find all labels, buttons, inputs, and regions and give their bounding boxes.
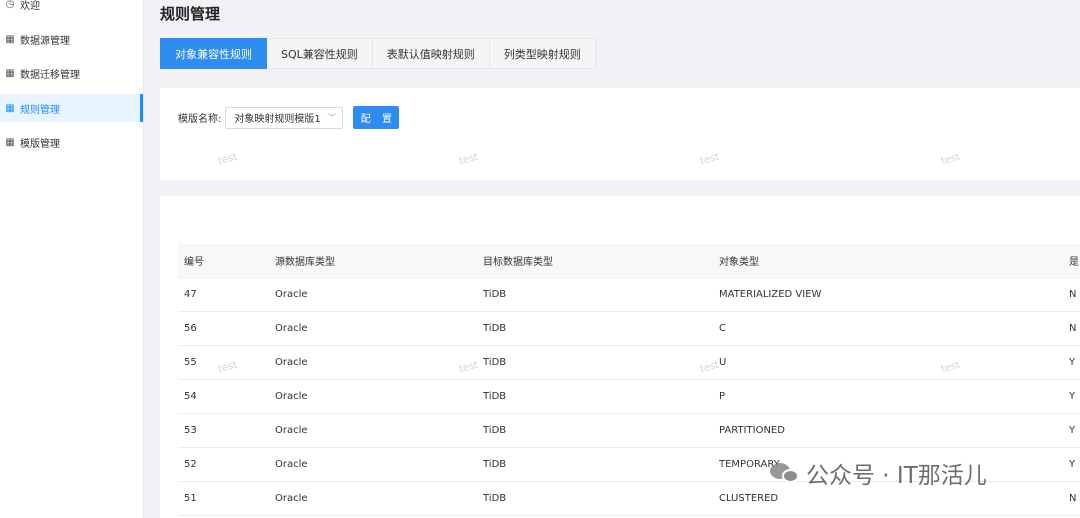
sidebar-item-datasource[interactable]: ▦ 数据源管理 (0, 25, 143, 53)
cell-id: 51 (184, 493, 197, 504)
sidebar-item-migration[interactable]: ▦ 数据迁移管理 (0, 59, 143, 87)
header-flag: 是 (1069, 257, 1079, 268)
cell-target-db: TiDB (483, 357, 507, 368)
cell-id: 55 (184, 357, 197, 368)
cell-id: 53 (184, 425, 197, 436)
cell-target-db: TiDB (483, 459, 507, 470)
sidebar-item-label: 规则管理 (20, 104, 60, 116)
cell-target-db: TiDB (483, 323, 507, 334)
cell-id: 54 (184, 391, 197, 402)
tab-column-type[interactable]: 列类型映射规则 (489, 38, 596, 69)
filter-panel: 模版名称: 对象映射规则模版1 ﹀ 配 置 (160, 88, 1080, 180)
cell-id: 56 (184, 323, 197, 334)
sidebar-item-label: 数据源管理 (20, 35, 70, 47)
cell-target-db: TiDB (483, 289, 507, 300)
chevron-down-icon: ﹀ (327, 114, 337, 124)
template-select-value: 对象映射规则模版1 (234, 114, 321, 125)
sidebar-item-label: 模版管理 (20, 138, 60, 150)
table-row[interactable]: 47 Oracle TiDB MATERIALIZED VIEW N (178, 278, 1080, 312)
grid-icon: ▦ (5, 67, 15, 79)
header-target-db: 目标数据库类型 (483, 257, 553, 268)
page-title: 规则管理 (160, 5, 221, 23)
cell-object-type: TEMPORARY (719, 459, 780, 470)
sidebar-item-rules[interactable]: ▦ 规则管理 (0, 94, 143, 122)
sidebar-item-label: 欢迎 (20, 0, 40, 12)
sidebar-item-label: 数据迁移管理 (20, 69, 80, 81)
table-row[interactable]: 51 Oracle TiDB CLUSTERED N (178, 482, 1080, 516)
tab-bar: 对象兼容性规则 SQL兼容性规则 表默认值映射规则 列类型映射规则 (160, 38, 596, 69)
clock-icon: ◷ (5, 0, 15, 10)
cell-flag: N (1069, 493, 1077, 504)
header-object-type: 对象类型 (719, 257, 759, 268)
cell-flag: N (1069, 289, 1077, 300)
cell-source-db: Oracle (275, 357, 308, 368)
cell-target-db: TiDB (483, 425, 507, 436)
cell-object-type: U (719, 357, 727, 368)
cell-object-type: MATERIALIZED VIEW (719, 289, 822, 300)
rules-table: 编号 源数据库类型 目标数据库类型 对象类型 是 47 Oracle TiDB MAT… (178, 244, 1080, 516)
cell-source-db: Oracle (275, 289, 308, 300)
table-row[interactable]: 55 Oracle TiDB U Y (178, 346, 1080, 380)
sidebar: ◷ 欢迎 ▦ 数据源管理 ▦ 数据迁移管理 ▦ 规则管理 ▦ 模版管理 (0, 0, 144, 518)
table-panel: 编号 源数据库类型 目标数据库类型 对象类型 是 47 Oracle TiDB MAT… (160, 196, 1080, 518)
sidebar-item-welcome[interactable]: ◷ 欢迎 (0, 0, 143, 18)
cell-target-db: TiDB (483, 493, 507, 504)
cell-source-db: Oracle (275, 391, 308, 402)
table-row[interactable]: 54 Oracle TiDB P Y (178, 380, 1080, 414)
grid-icon: ▦ (5, 102, 15, 114)
grid-icon: ▦ (5, 33, 15, 45)
tab-sql-compat[interactable]: SQL兼容性规则 (267, 38, 373, 69)
cell-object-type: CLUSTERED (719, 493, 779, 504)
cell-flag: Y (1069, 425, 1076, 436)
table-header: 编号 源数据库类型 目标数据库类型 对象类型 是 (178, 244, 1080, 278)
cell-source-db: Oracle (275, 323, 308, 334)
header-id: 编号 (184, 257, 204, 268)
cell-flag: N (1069, 323, 1077, 334)
template-label: 模版名称: (178, 114, 222, 125)
template-select[interactable]: 对象映射规则模版1 ﹀ (225, 106, 344, 129)
cell-target-db: TiDB (483, 391, 507, 402)
cell-id: 52 (184, 459, 197, 470)
config-button[interactable]: 配 置 (353, 106, 400, 129)
header-source-db: 源数据库类型 (275, 257, 335, 268)
sidebar-item-templates[interactable]: ▦ 模版管理 (0, 128, 143, 156)
cell-source-db: Oracle (275, 459, 308, 470)
table-row[interactable]: 56 Oracle TiDB C N (178, 312, 1080, 346)
cell-flag: Y (1069, 459, 1076, 470)
tab-default-value[interactable]: 表默认值映射规则 (372, 38, 490, 69)
grid-icon: ▦ (5, 136, 15, 148)
cell-object-type: PARTITIONED (719, 425, 785, 436)
table-row[interactable]: 52 Oracle TiDB TEMPORARY Y (178, 448, 1080, 482)
cell-flag: Y (1069, 357, 1076, 368)
cell-source-db: Oracle (275, 425, 308, 436)
cell-object-type: P (719, 391, 726, 402)
cell-flag: Y (1069, 391, 1076, 402)
cell-object-type: C (719, 323, 726, 334)
cell-source-db: Oracle (275, 493, 308, 504)
table-body: 47 Oracle TiDB MATERIALIZED VIEW N 56 Oracle Ti… (178, 278, 1080, 516)
cell-id: 47 (184, 289, 197, 300)
table-row[interactable]: 53 Oracle TiDB PARTITIONED Y (178, 414, 1080, 448)
template-form-row: 模版名称: 对象映射规则模版1 ﹀ 配 置 (178, 106, 400, 129)
tab-object-compat[interactable]: 对象兼容性规则 (160, 38, 267, 69)
